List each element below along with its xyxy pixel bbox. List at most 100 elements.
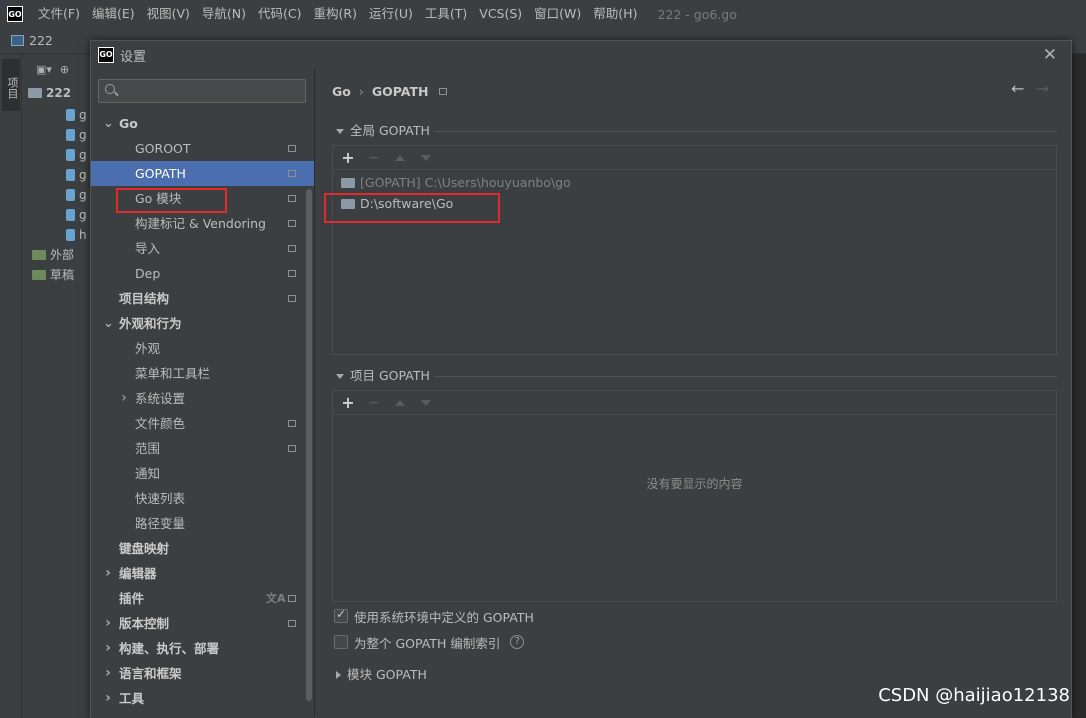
settings-item-11[interactable]: › 系统设置 — [91, 386, 314, 411]
menu-item[interactable]: 运行(U) — [363, 0, 419, 28]
settings-item-21[interactable]: › 构建、执行、部署 — [91, 636, 314, 661]
move-down-icon[interactable] — [421, 154, 431, 161]
chevron-right-icon[interactable]: › — [103, 661, 113, 686]
settings-item-8[interactable]: ⌄ 外观和行为 — [91, 311, 314, 336]
settings-item-1[interactable]: GOROOT — [91, 136, 314, 161]
chevron-down-icon[interactable]: ⌄ — [103, 111, 114, 136]
use-system-env-gopath-option[interactable]: 使用系统环境中定义的 GOPATH — [334, 607, 534, 625]
settings-item-label: 文件颜色 — [135, 416, 186, 431]
settings-search-input[interactable] — [98, 79, 306, 103]
settings-item-0[interactable]: ⌄ Go — [91, 111, 314, 136]
sidebar-scrollbar[interactable] — [306, 189, 312, 701]
tree-item-label: g — [79, 208, 87, 222]
breadcrumb-gopath: GOPATH — [371, 83, 429, 99]
settings-item-label: 快速列表 — [135, 491, 186, 506]
module-gopath-header[interactable]: 模块 GOPATH — [336, 665, 427, 685]
settings-item-5[interactable]: 导入 — [91, 236, 314, 261]
project-level-icon — [288, 295, 296, 302]
add-icon[interactable]: + — [341, 148, 355, 167]
settings-item-14[interactable]: 通知 — [91, 461, 314, 486]
dialog-titlebar: GO 设置 ✕ — [91, 41, 1071, 69]
settings-item-6[interactable]: Dep — [91, 261, 314, 286]
chevron-right-icon[interactable]: › — [119, 386, 129, 411]
forward-arrow-icon[interactable]: → — [1036, 79, 1049, 98]
menu-item[interactable]: 编辑(E) — [86, 0, 141, 28]
project-tree-item[interactable]: g — [66, 105, 87, 125]
settings-item-label: 通知 — [135, 466, 161, 481]
settings-item-17[interactable]: 键盘映射 — [91, 536, 314, 561]
settings-item-label: 版本控制 — [119, 616, 170, 631]
project-tree-item[interactable]: g — [66, 165, 87, 185]
menu-item[interactable]: 帮助(H) — [587, 0, 643, 28]
settings-item-9[interactable]: 外观 — [91, 336, 314, 361]
settings-item-22[interactable]: › 语言和框架 — [91, 661, 314, 686]
project-level-icon — [288, 195, 296, 202]
menu-item[interactable]: 工具(T) — [419, 0, 473, 28]
settings-item-20[interactable]: › 版本控制 — [91, 611, 314, 636]
remove-icon[interactable]: − — [367, 395, 381, 411]
help-icon[interactable]: ? — [510, 635, 525, 649]
project-tree-item[interactable]: g — [66, 125, 87, 145]
section-divider — [434, 131, 1057, 132]
csdn-watermark: CSDN @haijiao12138 — [878, 685, 1070, 706]
project-panel: ▣▾ ⊕ 222 g g g g g g h 外部 草稿 — [22, 54, 90, 718]
settings-item-label: 工具 — [119, 691, 145, 706]
settings-item-7[interactable]: 项目结构 — [91, 286, 314, 311]
settings-item-19[interactable]: 插件 文A — [91, 586, 314, 611]
gopath-entry[interactable]: [GOPATH] C:\Users\houyuanbo\go — [341, 173, 571, 193]
project-tree-item[interactable]: h — [66, 225, 87, 245]
breadcrumb-project[interactable]: 222 — [29, 33, 53, 48]
settings-item-label: 范围 — [135, 441, 161, 456]
menu-item[interactable]: 重构(R) — [308, 0, 363, 28]
move-up-icon[interactable] — [395, 399, 405, 406]
move-up-icon[interactable] — [395, 154, 405, 161]
back-arrow-icon[interactable]: ← — [1011, 79, 1024, 98]
index-entire-gopath-option[interactable]: 为整个 GOPATH 编制索引 ? — [334, 633, 525, 651]
menu-item[interactable]: 窗口(W) — [528, 0, 587, 28]
settings-item-label: 路径变量 — [135, 516, 186, 531]
project-tree-item[interactable]: 草稿 — [32, 265, 74, 285]
translate-icon: 文A — [266, 592, 286, 605]
global-gopath-header[interactable]: 全局 GOPATH — [336, 121, 430, 141]
menu-item[interactable]: 代码(C) — [252, 0, 307, 28]
index-entire-checkbox[interactable] — [334, 635, 348, 649]
settings-item-23[interactable]: › 工具 — [91, 686, 314, 711]
project-gopath-header[interactable]: 项目 GOPATH — [336, 366, 430, 386]
menu-item[interactable]: VCS(S) — [473, 0, 528, 28]
move-down-icon[interactable] — [421, 399, 431, 406]
project-tree-item[interactable]: 222 — [28, 83, 71, 103]
tree-item-label: g — [79, 108, 87, 122]
settings-item-label: 构建、执行、部署 — [119, 641, 220, 656]
view-mode-icon[interactable]: ▣▾ — [36, 63, 52, 76]
menu-item[interactable]: 文件(F) — [32, 0, 86, 28]
close-icon[interactable]: ✕ — [1043, 44, 1057, 66]
settings-item-2[interactable]: GOPATH — [91, 161, 314, 186]
project-tree-item[interactable]: 外部 — [32, 245, 74, 265]
chevron-down-icon[interactable]: ⌄ — [103, 311, 114, 336]
settings-item-15[interactable]: 快速列表 — [91, 486, 314, 511]
chevron-right-icon[interactable]: › — [103, 636, 113, 661]
remove-icon[interactable]: − — [367, 150, 381, 166]
settings-item-13[interactable]: 范围 — [91, 436, 314, 461]
library-icon — [32, 250, 46, 260]
add-icon[interactable]: + — [341, 393, 355, 412]
settings-item-10[interactable]: 菜单和工具栏 — [91, 361, 314, 386]
chevron-right-icon[interactable]: › — [103, 686, 113, 711]
settings-item-18[interactable]: › 编辑器 — [91, 561, 314, 586]
chevron-right-icon[interactable]: › — [103, 561, 113, 586]
chevron-right-icon[interactable]: › — [103, 611, 113, 636]
settings-item-16[interactable]: 路径变量 — [91, 511, 314, 536]
use-system-env-checkbox[interactable] — [334, 607, 348, 623]
locate-icon[interactable]: ⊕ — [60, 63, 69, 76]
project-tree-item[interactable]: g — [66, 185, 87, 205]
project-tree-item[interactable]: g — [66, 205, 87, 225]
project-level-icon — [288, 620, 296, 627]
project-panel-toolbar: ▣▾ ⊕ — [22, 54, 90, 84]
project-tool-tab[interactable]: 项目 — [2, 59, 20, 111]
menu-item[interactable]: 视图(V) — [141, 0, 196, 28]
settings-item-12[interactable]: 文件颜色 — [91, 411, 314, 436]
menu-item[interactable]: 导航(N) — [196, 0, 252, 28]
project-tree-item[interactable]: g — [66, 145, 87, 165]
gopath-entry-text: [GOPATH] C:\Users\houyuanbo\go — [360, 175, 571, 190]
settings-item-4[interactable]: 构建标记 & Vendoring — [91, 211, 314, 236]
